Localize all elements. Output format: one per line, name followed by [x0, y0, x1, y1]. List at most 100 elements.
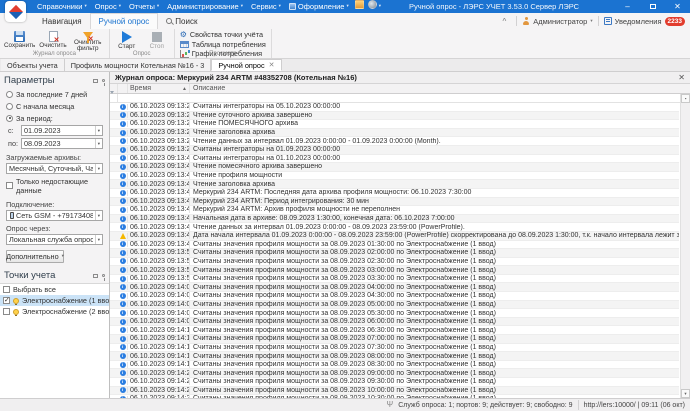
missing-only-option[interactable]: Только недостающие данные: [0, 174, 109, 197]
pin-panel-icon[interactable]: [102, 274, 105, 277]
table-row[interactable]: i06.10.2023 09:14:18.932Считаны значения…: [110, 361, 679, 370]
menu-item-4[interactable]: Сервис▾: [247, 0, 285, 13]
table-row[interactable]: i06.10.2023 09:14:08.446Считаны значения…: [110, 318, 679, 327]
radio-button[interactable]: [6, 91, 13, 98]
table-row[interactable]: i06.10.2023 09:14:06.334Считаны значения…: [110, 309, 679, 318]
chevron-down-icon[interactable]: ▾: [95, 164, 102, 173]
table-row[interactable]: i06.10.2023 09:14:27.430Считаны значения…: [110, 387, 679, 396]
tab-navigation[interactable]: Навигация: [34, 13, 90, 29]
table-row[interactable]: i06.10.2023 09:14:02.136Считаны значения…: [110, 292, 679, 301]
filter-row[interactable]: [110, 94, 690, 103]
table-row[interactable]: i06.10.2023 09:13:24.448Считаны интеграт…: [110, 103, 679, 112]
collapse-ribbon-button[interactable]: ^: [497, 16, 511, 27]
table-row[interactable]: i06.10.2023 09:14:12.636Считаны значения…: [110, 335, 679, 344]
chevron-down-icon[interactable]: ▾: [95, 126, 102, 135]
point-checkbox[interactable]: [3, 308, 10, 315]
menu-item-1[interactable]: Опрос▾: [91, 0, 125, 13]
maximize-button[interactable]: [640, 0, 665, 13]
table-row[interactable]: 06.10.2023 09:13:47.452Дата начала интер…: [110, 232, 679, 241]
menu-item-5[interactable]: Оформление▾: [285, 0, 353, 13]
table-row[interactable]: i06.10.2023 09:13:57.974Считаны значения…: [110, 275, 679, 284]
scroll-down-button[interactable]: ▾: [681, 389, 690, 398]
table-row[interactable]: i06.10.2023 09:13:24.448Чтение данных за…: [110, 137, 679, 146]
clear-button[interactable]: Очистить: [37, 30, 68, 50]
header-desc-column[interactable]: Описание: [190, 84, 679, 93]
close-icon[interactable]: ✕: [269, 61, 275, 69]
table-row[interactable]: i06.10.2023 09:13:49.570Считаны значения…: [110, 241, 679, 250]
table-row[interactable]: i06.10.2023 09:14:10.540Считаны значения…: [110, 326, 679, 335]
tab-manual-poll[interactable]: Ручной опрос: [90, 13, 159, 29]
scrollbar-track[interactable]: [681, 103, 690, 389]
table-row[interactable]: i06.10.2023 09:13:53.752Считаны значения…: [110, 258, 679, 267]
metering-point-row-1[interactable]: Электроснабжение (2 ввод): [0, 306, 109, 317]
metering-point-row-0[interactable]: ✓Электроснабжение (1 ввод): [0, 295, 109, 306]
table-row[interactable]: i06.10.2023 09:13:47.451Начальная дата в…: [110, 215, 679, 224]
connection-select[interactable]: Сеть GSM - +79173408853 ▾: [6, 210, 103, 221]
doc-tab-0[interactable]: Объекты учета: [1, 59, 65, 71]
select-all-row[interactable]: Выбрать все: [0, 284, 109, 295]
table-row[interactable]: i06.10.2023 09:13:45.382Чтение помесячно…: [110, 163, 679, 172]
radio-button[interactable]: [6, 103, 13, 110]
table-row[interactable]: i06.10.2023 09:14:21.030Считаны значения…: [110, 369, 679, 378]
consumption-table-button[interactable]: Таблица потребления: [177, 40, 269, 50]
table-row[interactable]: i06.10.2023 09:13:24.448Чтение суточного…: [110, 112, 679, 121]
doc-tab-1[interactable]: Профиль мощности Котельная №16 - 3: [65, 59, 212, 71]
notifications-button[interactable]: Уведомления 2233: [604, 17, 685, 26]
start-button[interactable]: Старт: [112, 30, 142, 51]
table-row[interactable]: i06.10.2023 09:13:47.452Чтение данных за…: [110, 223, 679, 232]
save-button[interactable]: Сохранить: [2, 30, 37, 50]
table-row[interactable]: i06.10.2023 09:13:47.451Меркурий 234 ART…: [110, 198, 679, 207]
table-row[interactable]: i06.10.2023 09:13:24.448Чтение заголовка…: [110, 129, 679, 138]
user-menu[interactable]: Администратор ▾: [522, 17, 592, 26]
table-row[interactable]: i06.10.2023 09:13:45.382Чтение заголовка…: [110, 180, 679, 189]
period-option-0[interactable]: За последние 7 дней: [0, 88, 109, 100]
header-time-column[interactable]: Время ▲: [128, 84, 190, 93]
quick-print-icon[interactable]: [368, 0, 377, 9]
table-row[interactable]: i06.10.2023 09:14:04.245Считаны значения…: [110, 301, 679, 310]
pin-panel-icon[interactable]: [102, 79, 105, 82]
table-row[interactable]: i06.10.2023 09:13:47.451Меркурий 234 ART…: [110, 206, 679, 215]
select-all-checkbox[interactable]: [3, 286, 10, 293]
more-options-button[interactable]: Дополнительно ▾: [6, 250, 64, 263]
float-panel-icon[interactable]: [93, 79, 98, 83]
vertical-scrollbar[interactable]: ▪ ▾: [680, 94, 690, 398]
close-icon[interactable]: ✕: [678, 73, 685, 82]
table-row[interactable]: i06.10.2023 09:14:23.690Считаны значения…: [110, 378, 679, 387]
date-from-input[interactable]: 01.09.2023 ▾: [21, 125, 103, 136]
table-row[interactable]: i06.10.2023 09:14:29.546Считаны значения…: [110, 395, 679, 398]
table-row[interactable]: i06.10.2023 09:13:24.448Чтение ПОМЕСЯЧНО…: [110, 120, 679, 129]
table-row[interactable]: i06.10.2023 09:14:14.734Считаны значения…: [110, 344, 679, 353]
period-option-2[interactable]: За период:: [0, 112, 109, 124]
menu-item-0[interactable]: Справочники▾: [33, 0, 91, 13]
chevron-down-icon[interactable]: ▾: [95, 211, 102, 220]
close-button[interactable]: ✕: [665, 0, 690, 13]
table-row[interactable]: i06.10.2023 09:13:51.664Считаны значения…: [110, 249, 679, 258]
chevron-down-icon[interactable]: ▾: [95, 235, 102, 244]
menu-item-2[interactable]: Отчеты▾: [125, 0, 163, 13]
point-properties-button[interactable]: ⚙ Свойства точки учёта: [177, 30, 269, 40]
chevron-down-icon[interactable]: ▾: [95, 139, 102, 148]
archives-select[interactable]: Месячный, Суточный, Часовой, Пр... ▾: [6, 163, 103, 174]
quick-export-icon[interactable]: [355, 0, 364, 9]
point-checkbox[interactable]: ✓: [3, 297, 10, 304]
table-row[interactable]: i06.10.2023 09:14:00.060Считаны значения…: [110, 283, 679, 292]
table-row[interactable]: i06.10.2023 09:13:55.864Считаны значения…: [110, 266, 679, 275]
stop-button[interactable]: Стоп: [142, 30, 172, 51]
radio-button[interactable]: [6, 115, 13, 122]
table-row[interactable]: i06.10.2023 09:13:45.382Считаны интеграт…: [110, 155, 679, 164]
float-panel-icon[interactable]: [93, 274, 98, 278]
table-row[interactable]: i06.10.2023 09:14:16.859Считаны значения…: [110, 352, 679, 361]
table-row[interactable]: i06.10.2023 09:13:47.451Меркурий 234 ART…: [110, 189, 679, 198]
poll-via-select[interactable]: Локальная служба опроса :: GSM ... ▾: [6, 234, 103, 245]
doc-tab-2[interactable]: Ручной опрос✕: [211, 59, 281, 71]
table-row[interactable]: i06.10.2023 09:13:45.382Чтение профиля м…: [110, 172, 679, 181]
date-to-input[interactable]: 08.09.2023 ▾: [21, 138, 103, 149]
tab-search[interactable]: Поиск: [158, 13, 205, 29]
quick-access-chevron-icon[interactable]: ▾: [379, 4, 381, 9]
minimize-button[interactable]: –: [615, 0, 640, 13]
menu-item-3[interactable]: Администрирование▾: [163, 0, 247, 13]
scrollbar-top-button[interactable]: ▪: [681, 94, 690, 103]
missing-only-checkbox[interactable]: [6, 182, 13, 189]
period-option-1[interactable]: С начала месяца: [0, 100, 109, 112]
table-row[interactable]: i06.10.2023 09:13:24.998Считаны интеграт…: [110, 146, 679, 155]
